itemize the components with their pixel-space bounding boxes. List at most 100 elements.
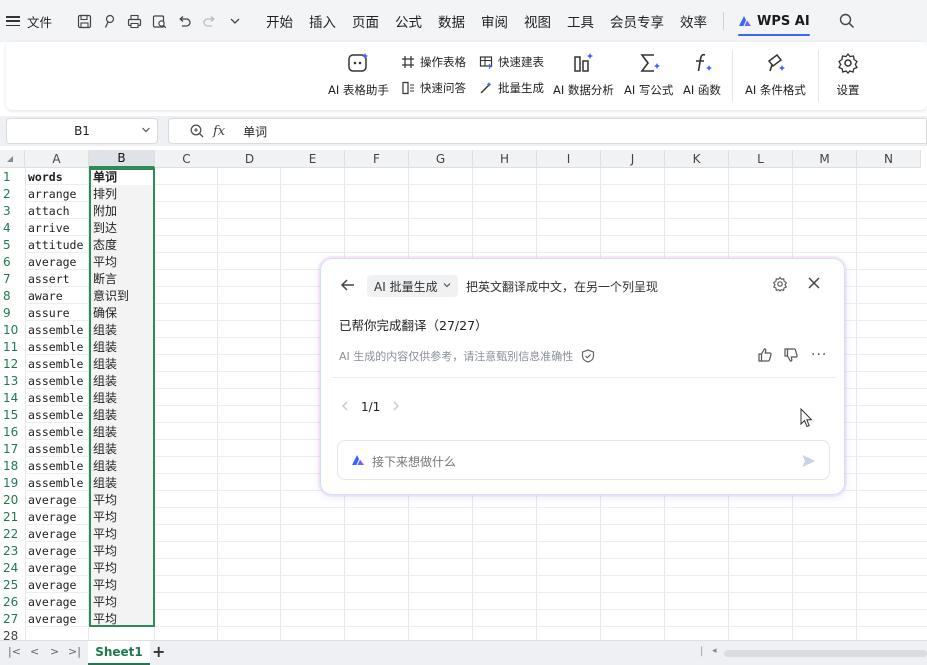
next-sheet-icon[interactable]: > — [50, 645, 59, 658]
tab-formula[interactable]: 公式 — [395, 11, 422, 31]
cell-a[interactable]: average — [26, 542, 89, 559]
cell-a[interactable]: assemble — [26, 474, 89, 491]
column-header-i[interactable]: I — [537, 150, 601, 168]
more-options-icon[interactable]: ··· — [811, 347, 827, 363]
row-header[interactable]: 18 — [0, 457, 25, 474]
cell-a[interactable]: assemble — [26, 321, 89, 338]
row-header[interactable]: 27 — [0, 610, 25, 627]
file-menu[interactable]: 文件 — [27, 12, 52, 31]
row-header[interactable]: 11 — [0, 338, 25, 355]
tab-member[interactable]: 会员专享 — [610, 11, 664, 31]
cell-a[interactable]: assure — [26, 304, 89, 321]
prev-page-icon[interactable] — [341, 400, 349, 414]
operate-table-button[interactable]: 操作表格 — [400, 54, 466, 70]
cell-a[interactable]: attitude — [26, 236, 89, 253]
column-header-n[interactable]: N — [857, 150, 921, 168]
cell-a[interactable]: attach — [26, 202, 89, 219]
row-header[interactable]: 7 — [0, 270, 25, 287]
cell-a[interactable]: average — [26, 491, 89, 508]
print-preview-icon[interactable] — [147, 9, 172, 33]
cell-a[interactable]: aware — [26, 287, 89, 304]
cell-b[interactable]: 组装 — [91, 423, 153, 440]
print-icon[interactable] — [122, 9, 147, 33]
row-header[interactable]: 20 — [0, 491, 25, 508]
chevron-down-icon[interactable] — [222, 9, 247, 33]
row-header[interactable]: 14 — [0, 389, 25, 406]
row-header[interactable]: 21 — [0, 508, 25, 525]
column-header-e[interactable]: E — [281, 150, 345, 168]
cell-b[interactable]: 组装 — [91, 372, 153, 389]
row-header[interactable]: 8 — [0, 287, 25, 304]
cell-a[interactable] — [26, 627, 89, 640]
cell-b[interactable]: 组装 — [91, 355, 153, 372]
cell-a[interactable]: words — [26, 168, 89, 185]
cell-a[interactable]: average — [26, 253, 89, 270]
cell-b[interactable]: 平均 — [91, 610, 153, 627]
cell-b[interactable]: 组装 — [91, 474, 153, 491]
cell-b[interactable]: 平均 — [91, 491, 153, 508]
name-box[interactable]: B1 — [6, 118, 158, 144]
column-header-b[interactable]: B — [89, 150, 155, 168]
column-header-k[interactable]: K — [665, 150, 729, 168]
cell-b[interactable]: 组装 — [91, 457, 153, 474]
cell-b[interactable]: 排列 — [91, 185, 153, 202]
cell-a[interactable]: assert — [26, 270, 89, 287]
settings-button[interactable]: 设置 — [835, 50, 861, 98]
tab-tools[interactable]: 工具 — [567, 11, 594, 31]
row-header[interactable]: 9 — [0, 304, 25, 321]
cell-b[interactable]: 到达 — [91, 219, 153, 236]
search-icon[interactable] — [838, 12, 856, 30]
panel-gear-icon[interactable] — [772, 276, 788, 292]
cell-a[interactable]: assemble — [26, 372, 89, 389]
tab-view[interactable]: 视图 — [524, 11, 551, 31]
row-header[interactable]: 24 — [0, 559, 25, 576]
cell-a[interactable]: average — [26, 508, 89, 525]
row-header[interactable]: 25 — [0, 576, 25, 593]
cell-b[interactable] — [91, 627, 153, 640]
row-header[interactable]: 1 — [0, 168, 25, 185]
tab-home[interactable]: 开始 — [266, 11, 293, 31]
back-arrow-icon[interactable] — [339, 276, 357, 294]
cell-b[interactable]: 态度 — [91, 236, 153, 253]
cell-a[interactable]: assemble — [26, 338, 89, 355]
row-header[interactable]: 6 — [0, 253, 25, 270]
column-header-h[interactable]: H — [473, 150, 537, 168]
cell-b[interactable]: 组装 — [91, 321, 153, 338]
thumbs-down-icon[interactable] — [783, 347, 799, 363]
cell-b[interactable]: 平均 — [91, 593, 153, 610]
zoom-icon[interactable] — [189, 123, 205, 139]
row-header[interactable]: 23 — [0, 542, 25, 559]
cell-a[interactable]: average — [26, 576, 89, 593]
format-painter-icon[interactable] — [97, 9, 122, 33]
row-header[interactable]: 17 — [0, 440, 25, 457]
column-header-g[interactable]: G — [409, 150, 473, 168]
row-header[interactable]: 4 — [0, 219, 25, 236]
ai-mode-dropdown[interactable]: AI 批量生成 — [367, 275, 458, 297]
tab-insert[interactable]: 插入 — [309, 11, 336, 31]
row-header[interactable]: 16 — [0, 423, 25, 440]
horizontal-scrollbar[interactable]: | ◂ — [700, 646, 927, 657]
formula-input[interactable]: fx 单词 — [168, 118, 927, 144]
prev-sheet-icon[interactable]: < — [30, 645, 39, 658]
ai-table-assistant-button[interactable]: AI 表格助手 — [328, 50, 389, 98]
cell-a[interactable]: assemble — [26, 457, 89, 474]
column-header-c[interactable]: C — [155, 150, 219, 168]
row-header[interactable]: 3 — [0, 202, 25, 219]
tab-data[interactable]: 数据 — [438, 11, 465, 31]
cell-b[interactable]: 组装 — [91, 338, 153, 355]
ai-function-button[interactable]: AI 函数 — [683, 50, 721, 98]
batch-generate-button[interactable]: 批量生成 — [478, 80, 544, 96]
quick-build-table-button[interactable]: 快速建表 — [478, 54, 544, 70]
ai-write-formula-button[interactable]: AI 写公式 — [624, 50, 673, 98]
cell-a[interactable]: assemble — [26, 406, 89, 423]
row-header[interactable]: 19 — [0, 474, 25, 491]
cell-b[interactable]: 附加 — [91, 202, 153, 219]
cell-a[interactable]: assemble — [26, 423, 89, 440]
shield-icon[interactable] — [581, 349, 595, 363]
tab-page[interactable]: 页面 — [352, 11, 379, 31]
cell-a[interactable]: assemble — [26, 440, 89, 457]
cell-a[interactable]: arrive — [26, 219, 89, 236]
redo-icon[interactable] — [197, 9, 222, 33]
cell-b[interactable]: 平均 — [91, 508, 153, 525]
cell-b[interactable]: 平均 — [91, 253, 153, 270]
